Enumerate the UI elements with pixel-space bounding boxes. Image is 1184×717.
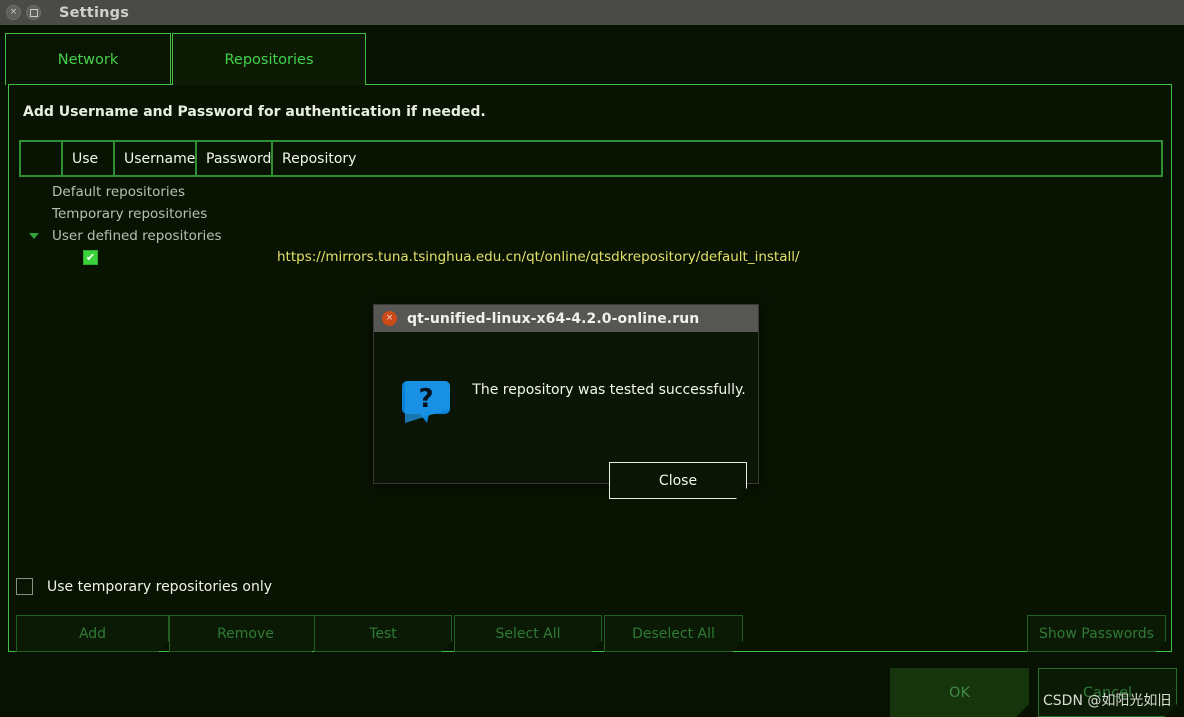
tree-item-label: User defined repositories <box>52 228 222 244</box>
tree-item-label: Default repositories <box>52 184 185 200</box>
column-header-repository[interactable]: Repository <box>273 142 1161 175</box>
question-speech-bubble-icon: ? <box>402 381 450 423</box>
panel-hint-text: Add Username and Password for authentica… <box>23 104 486 120</box>
repositories-tree: Default repositories Temporary repositor… <box>19 181 1163 269</box>
maximize-icon[interactable] <box>26 5 41 20</box>
close-button[interactable]: Close <box>609 462 747 499</box>
window-titlebar: × Settings <box>0 0 1184 25</box>
show-passwords-button[interactable]: Show Passwords <box>1027 615 1166 652</box>
tab-repositories[interactable]: Repositories <box>172 33 366 85</box>
tab-network-label: Network <box>57 51 119 68</box>
test-button[interactable]: Test <box>314 615 452 652</box>
column-header-password[interactable]: Password <box>197 142 273 175</box>
tree-item-temporary-repositories[interactable]: Temporary repositories <box>19 203 1163 225</box>
column-header-username[interactable]: Username <box>115 142 197 175</box>
ok-button-label: OK <box>949 684 970 701</box>
add-button[interactable]: Add <box>16 615 169 652</box>
tab-repositories-label: Repositories <box>224 51 314 68</box>
watermark: CSDN @如阳光如旧 <box>1043 693 1172 709</box>
tab-network[interactable]: Network <box>5 33 171 85</box>
message-dialog-title: qt-unified-linux-x64-4.2.0-online.run <box>407 310 700 327</box>
message-dialog: × qt-unified-linux-x64-4.2.0-online.run … <box>373 304 759 484</box>
select-all-button[interactable]: Select All <box>454 615 602 652</box>
deselect-all-button[interactable]: Deselect All <box>604 615 743 652</box>
select-all-button-label: Select All <box>495 625 561 642</box>
test-button-label: Test <box>369 625 397 642</box>
show-passwords-button-label: Show Passwords <box>1039 625 1154 642</box>
message-dialog-body: ? The repository was tested successfully… <box>374 332 758 485</box>
use-temporary-repositories-checkbox[interactable] <box>16 578 33 595</box>
use-temporary-repositories-label: Use temporary repositories only <box>47 578 272 595</box>
add-button-label: Add <box>78 625 107 642</box>
close-icon[interactable]: × <box>382 311 397 326</box>
dialog-footer: OK Cancel <box>0 668 1184 717</box>
message-dialog-titlebar: × qt-unified-linux-x64-4.2.0-online.run <box>374 305 758 332</box>
close-icon[interactable]: × <box>6 5 21 20</box>
column-header-use[interactable]: Use <box>63 142 115 175</box>
deselect-all-button-label: Deselect All <box>632 625 715 642</box>
svg-text:?: ? <box>418 384 433 414</box>
tab-bar: Network Repositories <box>0 33 1184 85</box>
tree-item-label: Temporary repositories <box>52 206 208 222</box>
use-temporary-repositories-only-row[interactable]: Use temporary repositories only <box>16 578 272 595</box>
remove-button-label: Remove <box>217 625 274 642</box>
close-button-label: Close <box>658 472 698 489</box>
repository-use-checkbox[interactable]: ✔ <box>83 250 98 265</box>
chevron-down-icon[interactable] <box>29 233 39 239</box>
remove-button[interactable]: Remove <box>169 615 322 652</box>
tree-item-user-defined-repositories[interactable]: User defined repositories <box>19 225 1163 247</box>
repositories-table-header: Use Username Password Repository <box>19 140 1163 177</box>
window-title: Settings <box>59 4 130 21</box>
message-dialog-text: The repository was tested successfully. <box>472 382 746 398</box>
ok-button[interactable]: OK <box>890 668 1029 717</box>
table-row[interactable]: ✔ https://mirrors.tuna.tsinghua.edu.cn/q… <box>19 247 1163 269</box>
tree-item-default-repositories[interactable]: Default repositories <box>19 181 1163 203</box>
column-header-blank <box>21 142 63 175</box>
settings-window: × Settings Network Repositories Add User… <box>0 0 1184 717</box>
repository-url[interactable]: https://mirrors.tuna.tsinghua.edu.cn/qt/… <box>277 249 800 265</box>
